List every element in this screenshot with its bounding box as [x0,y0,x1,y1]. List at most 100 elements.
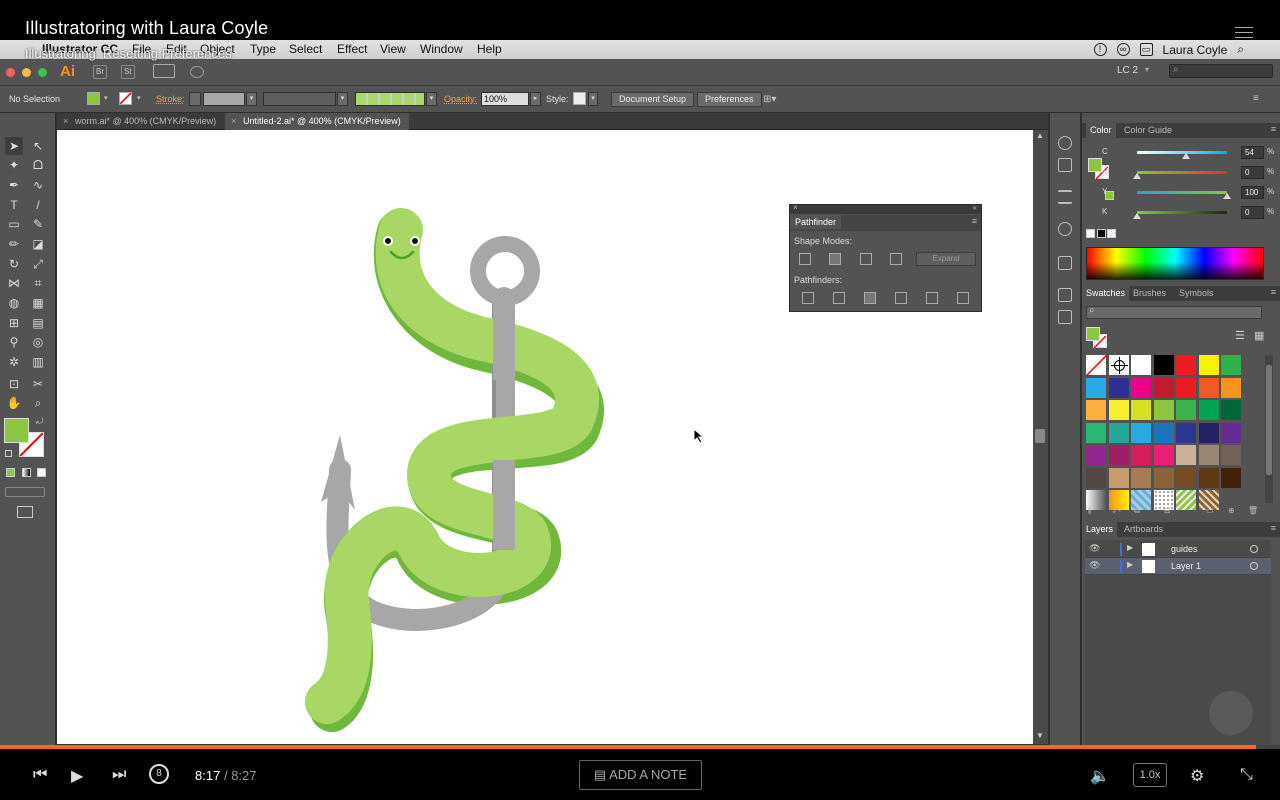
panel-menu-icon[interactable]: ≡ [1271,124,1276,134]
scroll-down-icon[interactable]: ▼ [1036,731,1044,740]
previous-clip-icon[interactable]: ⏮ [33,766,47,784]
slider-track[interactable] [1137,171,1227,174]
style-chevron-icon[interactable]: ▾ [588,92,598,106]
swatch[interactable] [1198,377,1220,399]
channel-value[interactable]: 100 [1241,186,1264,199]
hand-tool-icon[interactable]: ✋ [5,394,23,412]
swatch[interactable] [1176,445,1197,466]
swatch[interactable] [1176,422,1197,444]
arrange-documents-icon[interactable] [153,64,175,78]
variable-width-profile[interactable] [263,92,336,106]
close-window-icon[interactable] [6,68,15,77]
rectangle-tool-icon[interactable]: ▭ [5,215,23,233]
swatch[interactable] [1086,422,1107,444]
slider-track[interactable] [1137,211,1227,214]
crop-icon[interactable] [895,292,907,304]
lasso-tool-icon[interactable]: ᗝ [29,156,47,174]
preferences-button[interactable]: Preferences [697,92,762,107]
transform-panel-icon[interactable] [1058,288,1072,302]
layer-row-layer-1[interactable]: 👁 ▶ Layer 1 [1085,558,1271,575]
unite-icon[interactable] [799,253,811,265]
swatch[interactable] [1221,422,1242,444]
swatch[interactable] [1198,467,1220,489]
tab-color[interactable]: Color [1086,123,1116,138]
vertical-scrollbar[interactable]: ▲ ▼ [1033,130,1048,744]
delete-swatch-icon[interactable]: 🗑 [1248,506,1258,515]
pen-tool-icon[interactable]: ✒ [5,176,23,194]
tab-symbols[interactable]: Symbols [1175,286,1218,301]
list-view-icon[interactable]: ☰ [1235,329,1245,342]
blend-tool-icon[interactable]: ◎ [29,333,47,351]
opacity-arrow-icon[interactable]: ▸ [530,92,541,106]
direct-selection-tool-icon[interactable]: ↖ [29,137,47,155]
slider-track[interactable] [1137,191,1227,194]
swatch[interactable] [1086,467,1107,489]
grid-view-icon[interactable]: ▦ [1254,329,1264,342]
black-color-icon[interactable] [1097,229,1106,238]
swatch[interactable] [1153,422,1175,444]
target-circle-icon[interactable] [1250,562,1258,570]
minus-front-icon[interactable] [829,253,841,265]
swatch-libraries-icon[interactable]: ⫼ [1088,506,1092,516]
swatch[interactable] [1085,354,1108,377]
expand-layer-icon[interactable]: ▶ [1127,543,1133,552]
swatch[interactable] [1131,467,1152,489]
curvature-tool-icon[interactable]: ∿ [29,176,47,194]
tab-artboards[interactable]: Artboards [1120,522,1167,537]
bridge-button[interactable]: Br [93,65,107,79]
swatch[interactable] [1198,400,1220,421]
rotate-tool-icon[interactable]: ↻ [5,255,23,273]
opacity-label[interactable]: Opacity: [444,94,477,104]
menu-hamburger-icon[interactable] [1235,27,1253,39]
new-color-group-icon[interactable]: ▭ [1206,506,1214,515]
swatch[interactable] [1176,400,1197,421]
swatch[interactable] [1153,377,1175,399]
swatch-options-icon[interactable]: ⊟ [1164,506,1171,515]
fill-color-box[interactable] [4,418,29,443]
menu-select[interactable]: Select [289,42,322,56]
close-panel-icon[interactable]: × [793,203,798,212]
opacity-field[interactable]: 100% [481,92,529,106]
gpu-performance-icon[interactable] [190,66,204,78]
color-mode-icon[interactable] [6,468,15,477]
swatch[interactable] [1086,400,1107,421]
type-tool-icon[interactable]: T [5,196,23,214]
paintbrush-tool-icon[interactable]: ✎ [29,215,47,233]
slider-thumb[interactable] [1181,153,1190,159]
none-mode-icon[interactable] [37,468,46,477]
target-circle-icon[interactable] [1250,545,1258,553]
close-tab-icon[interactable]: × [63,113,68,130]
swatch[interactable] [1108,467,1130,489]
rewind-icon[interactable]: 8 [149,764,169,784]
align-options-icon[interactable]: ⊞▾ [763,94,776,105]
stock-button[interactable]: St [121,65,135,79]
menu-view[interactable]: View [380,42,406,56]
settings-gear-icon[interactable]: ⚙ [1190,766,1204,786]
slider-thumb[interactable] [1133,213,1141,219]
swatch[interactable] [1086,377,1107,399]
next-clip-icon[interactable]: ⏭ [112,766,126,784]
panel-menu-icon[interactable]: ≡ [1271,287,1276,297]
perspective-grid-tool-icon[interactable]: ▦ [29,294,47,312]
minimize-window-icon[interactable] [22,68,31,77]
swatch[interactable] [1086,445,1107,466]
gradient-panel-icon[interactable] [1058,256,1072,270]
swatch-scrollbar[interactable] [1265,355,1273,503]
swatch-search-input[interactable]: ⌕ [1086,305,1262,319]
swatch[interactable] [1131,400,1152,421]
exclude-icon[interactable] [890,253,902,265]
swatch[interactable] [1221,400,1242,421]
channel-value[interactable]: 0 [1241,206,1264,219]
slider-thumb[interactable] [1223,193,1231,199]
divide-icon[interactable] [802,292,814,304]
profile-chevron-icon[interactable]: ▾ [337,92,348,106]
swatch[interactable] [1131,377,1152,399]
new-swatch-icon[interactable]: ⊕ [1228,506,1235,515]
layer-name[interactable]: Layer 1 [1171,561,1201,571]
layer-name[interactable]: guides [1171,544,1198,554]
column-graph-tool-icon[interactable]: ▥ [29,353,47,371]
playback-speed-button[interactable]: 1.0x [1133,763,1167,787]
zoom-window-icon[interactable] [38,68,47,77]
free-transform-tool-icon[interactable]: ⌗ [29,274,47,292]
tab-pathfinder[interactable]: Pathfinder [790,215,842,229]
